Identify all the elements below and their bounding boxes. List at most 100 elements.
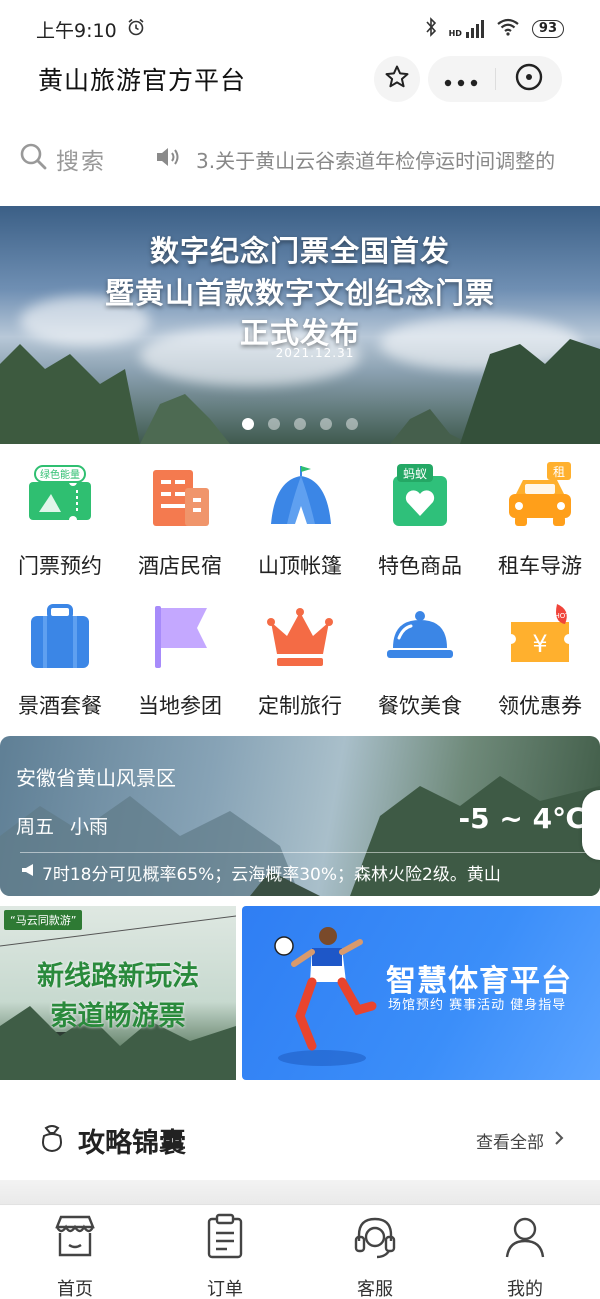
chevron-right-icon xyxy=(554,1130,564,1151)
promo-sports-card[interactable]: 智慧体育平台 场馆预约 赛事活动 健身指导 xyxy=(242,906,600,1080)
banner-date: 2021.12.31 xyxy=(275,346,355,360)
suitcase-icon xyxy=(25,602,95,672)
car-badge: 租 xyxy=(553,465,565,479)
tab-orders[interactable]: 订单 xyxy=(150,1205,300,1299)
banner-line-2: 暨黄山首款数字文创纪念门票 xyxy=(104,276,495,310)
close-button[interactable] xyxy=(496,63,563,95)
car-icon: 租 xyxy=(505,462,575,532)
service-goods[interactable]: 蚂蚁 特色商品 xyxy=(360,452,480,592)
side-handle[interactable] xyxy=(582,790,600,860)
ticket-badge: 绿色能量 xyxy=(40,468,80,481)
battery-indicator: 93 xyxy=(531,20,564,38)
view-all-link[interactable]: 查看全部 xyxy=(476,1128,564,1153)
carousel-dot[interactable] xyxy=(320,418,332,430)
alarm-icon xyxy=(127,18,145,41)
promo-left-line-1: 新线路新玩法 xyxy=(37,961,199,992)
more-dots-icon xyxy=(444,64,478,94)
more-button[interactable] xyxy=(428,64,495,94)
title-bar: 黄山旅游官方平台 xyxy=(0,50,600,108)
crown-icon xyxy=(265,602,335,672)
search-icon xyxy=(18,141,48,177)
carousel-dot[interactable] xyxy=(268,418,280,430)
coupon-icon: ¥ HOT xyxy=(505,602,575,672)
weather-card[interactable]: 安徽省黄山风景区 周五 小雨 -5 ~ 4℃ 7时18分可见概率65%；云海概率… xyxy=(0,736,600,896)
soccer-player-illustration xyxy=(274,927,377,1066)
promo-cableway-card[interactable]: “马云同款游” 新线路新玩法 索道畅游票 xyxy=(0,906,236,1080)
tab-home[interactable]: 首页 xyxy=(0,1205,150,1299)
weather-temperature: -5 ~ 4℃ xyxy=(458,802,586,835)
search-input[interactable]: 搜索 xyxy=(18,141,146,177)
megaphone-icon xyxy=(20,862,38,883)
weather-day: 周五 xyxy=(16,816,55,838)
service-label: 餐饮美食 xyxy=(378,694,462,718)
search-placeholder: 搜索 xyxy=(56,149,106,175)
close-circle-icon xyxy=(515,63,543,95)
weather-location: 安徽省黄山风景区 xyxy=(16,766,176,790)
service-label: 山顶帐篷 xyxy=(258,554,342,578)
service-car-rental[interactable]: 租 租车导游 xyxy=(480,452,600,592)
service-label: 特色商品 xyxy=(378,554,462,578)
notice-text: 3.关于黄山云谷索道年检停运时间调整的 xyxy=(196,148,556,173)
ticket-icon: 绿色能量 xyxy=(25,462,95,532)
user-icon xyxy=(501,1213,549,1265)
clipboard-icon xyxy=(201,1213,249,1265)
service-tent[interactable]: 山顶帐篷 xyxy=(240,452,360,592)
service-label: 租车导游 xyxy=(498,554,582,578)
service-package[interactable]: 景酒套餐 xyxy=(0,592,120,732)
promo-right-subtitle: 场馆预约 赛事活动 健身指导 xyxy=(388,998,567,1013)
service-label: 门票预约 xyxy=(18,554,102,578)
notice-ticker[interactable]: 3.关于黄山云谷索道年检停运时间调整的 xyxy=(154,145,555,174)
tent-icon xyxy=(265,462,335,532)
tab-label: 首页 xyxy=(57,1279,93,1299)
guide-bag-icon xyxy=(36,1122,68,1158)
app-title: 黄山旅游官方平台 xyxy=(38,66,247,95)
service-coupon[interactable]: ¥ HOT 领优惠券 xyxy=(480,592,600,732)
service-ticket[interactable]: 绿色能量 门票预约 xyxy=(0,452,120,592)
carousel-dot[interactable] xyxy=(294,418,306,430)
cableway-illustration xyxy=(0,915,236,1080)
wifi-icon xyxy=(496,18,520,40)
network-label: HD xyxy=(448,29,462,38)
carousel-dot[interactable] xyxy=(242,418,254,430)
weather-ticker: 7时18分可见概率65%；云海概率30%；森林火险2级。黄山 xyxy=(20,860,501,885)
coupon-badge: HOT xyxy=(554,612,570,620)
service-label: 领优惠券 xyxy=(498,694,582,718)
guide-section-header: 攻略锦囊 查看全部 xyxy=(0,1108,600,1172)
tab-label: 订单 xyxy=(207,1279,243,1299)
weather-condition: 小雨 xyxy=(70,816,109,838)
flag-icon xyxy=(145,602,215,672)
search-row: 搜索 3.关于黄山云谷索道年检停运时间调整的 xyxy=(0,128,600,190)
service-grid: 绿色能量 门票预约 酒店民宿 山顶帐篷 蚂蚁 特色商品 租 租车导游 景酒套餐 … xyxy=(0,452,600,732)
svg-text:¥: ¥ xyxy=(532,630,547,658)
star-icon xyxy=(384,64,410,94)
favorite-button[interactable] xyxy=(374,56,420,102)
service-label: 酒店民宿 xyxy=(138,554,222,578)
tab-me[interactable]: 我的 xyxy=(450,1205,600,1299)
service-group-tour[interactable]: 当地参团 xyxy=(120,592,240,732)
carousel-dot[interactable] xyxy=(346,418,358,430)
hotel-icon xyxy=(145,462,215,532)
tab-service[interactable]: 客服 xyxy=(300,1205,450,1299)
food-dome-icon xyxy=(385,602,455,672)
section-title: 攻略锦囊 xyxy=(78,1127,186,1159)
store-icon xyxy=(51,1213,99,1265)
banner-carousel[interactable]: 数字纪念门票全国首发 暨黄山首款数字文创纪念门票 正式发布 2021.12.31 xyxy=(0,206,600,444)
headset-icon xyxy=(351,1213,399,1265)
tab-label: 我的 xyxy=(507,1279,543,1299)
service-dining[interactable]: 餐饮美食 xyxy=(360,592,480,732)
service-hotel[interactable]: 酒店民宿 xyxy=(120,452,240,592)
weather-ticker-text: 7时18分可见概率65%；云海概率30%；森林火险2级。黄山 xyxy=(42,865,501,885)
banner-line-1: 数字纪念门票全国首发 xyxy=(149,234,450,268)
signal-icon: HD xyxy=(449,20,484,38)
service-label: 景酒套餐 xyxy=(18,694,102,718)
service-label: 当地参团 xyxy=(138,694,222,718)
service-label: 定制旅行 xyxy=(258,694,342,718)
bluetooth-icon xyxy=(425,17,437,41)
bottom-tab-bar: 首页 订单 客服 我的 xyxy=(0,1204,600,1299)
carousel-dots xyxy=(0,418,600,430)
tab-label: 客服 xyxy=(357,1279,393,1299)
service-custom-travel[interactable]: 定制旅行 xyxy=(240,592,360,732)
goods-badge: 蚂蚁 xyxy=(403,466,427,481)
promo-left-line-2: 索道畅游票 xyxy=(50,1001,186,1032)
heart-bag-icon: 蚂蚁 xyxy=(385,462,455,532)
